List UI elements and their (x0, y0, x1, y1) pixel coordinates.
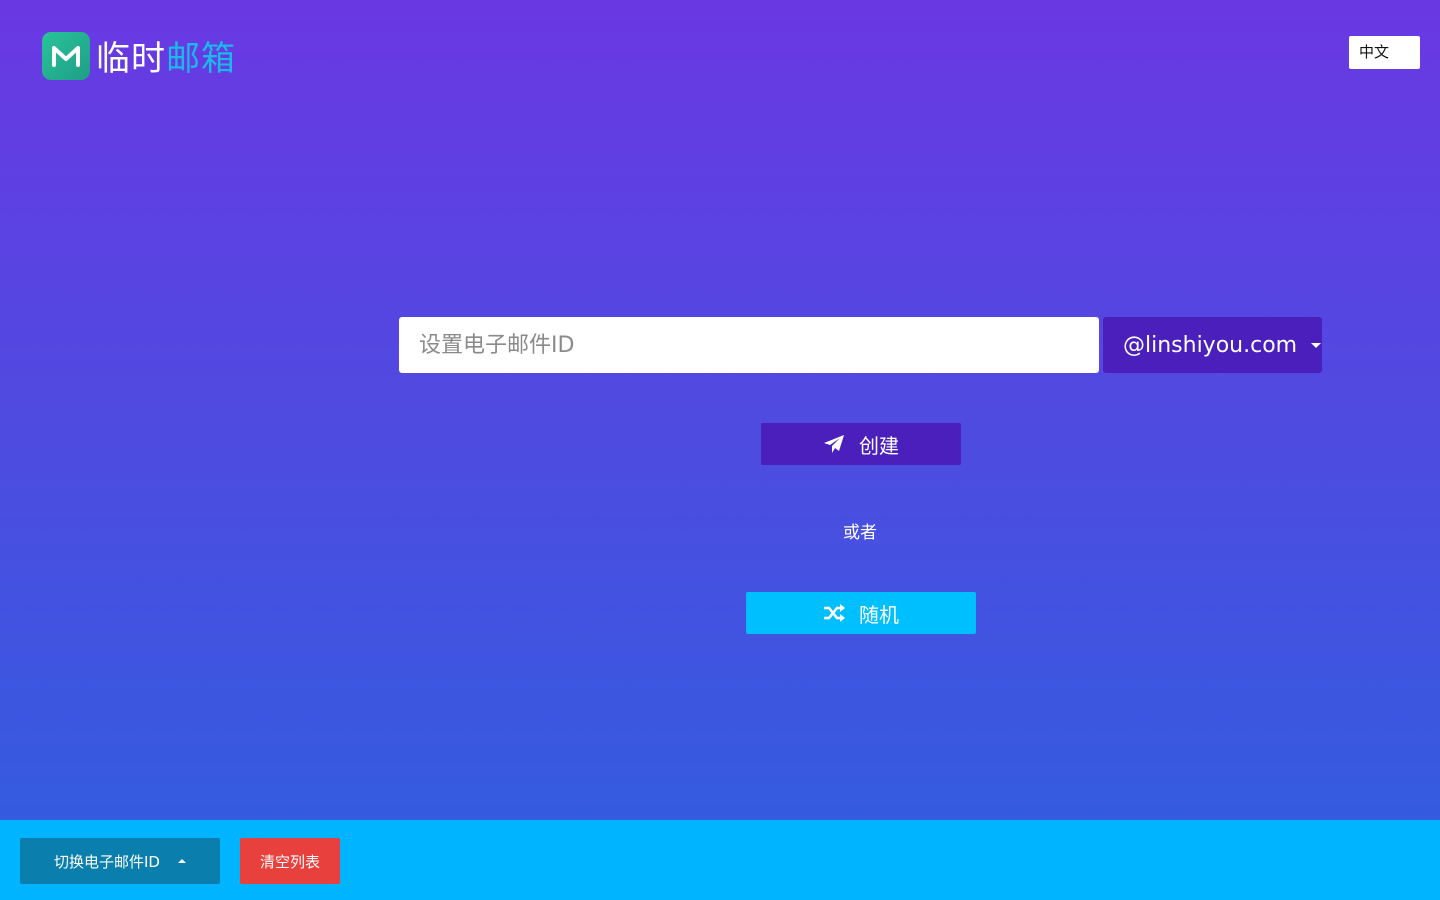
or-separator: 或者 (843, 523, 877, 543)
logo-text: 临时 邮箱 (96, 31, 236, 80)
paper-plane-icon (823, 434, 845, 454)
email-id-input[interactable] (399, 317, 1099, 373)
logo-text-white: 临时 (96, 39, 166, 79)
switch-email-id-button[interactable]: 切换电子邮件ID (20, 838, 220, 884)
random-label: 随机 (859, 602, 899, 627)
switch-email-id-label: 切换电子邮件ID (54, 852, 160, 871)
create-label: 创建 (859, 433, 899, 458)
domain-dropdown[interactable]: @linshiyou.com (1103, 317, 1322, 373)
language-selector[interactable]: 中文 (1349, 36, 1420, 69)
caret-up-icon (177, 859, 186, 863)
clear-list-button[interactable]: 清空列表 (240, 838, 340, 884)
random-button[interactable]: 随机 (746, 592, 976, 634)
caret-down-icon (1311, 342, 1322, 348)
bottom-bar: 切换电子邮件ID 清空列表 (0, 820, 1440, 900)
domain-selected-label: @linshiyou.com (1123, 332, 1298, 358)
m-logo-icon (42, 31, 90, 80)
create-button[interactable]: 创建 (761, 423, 961, 465)
site-logo[interactable]: 临时 邮箱 (42, 31, 236, 80)
shuffle-icon (823, 604, 845, 622)
logo-text-cyan: 邮箱 (166, 39, 236, 79)
